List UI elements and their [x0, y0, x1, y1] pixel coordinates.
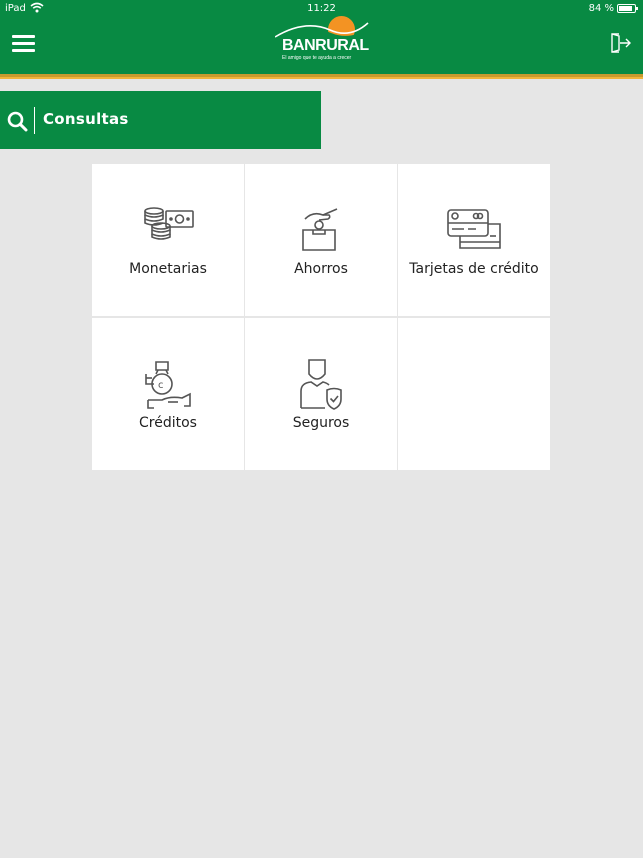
tile-tarjetas-de-credito[interactable]: Tarjetas de crédito	[398, 164, 550, 316]
logo-text: BANRURAL	[282, 37, 369, 54]
credit-cards-icon	[446, 208, 502, 254]
tile-seguros[interactable]: Seguros	[245, 318, 397, 470]
search-icon[interactable]	[7, 111, 28, 136]
tile-creditos[interactable]: c Créditos	[92, 318, 244, 470]
svg-text:c: c	[158, 380, 164, 391]
logout-icon[interactable]	[608, 32, 632, 54]
tile-label: Seguros	[292, 415, 350, 431]
hamburger-menu-icon[interactable]	[12, 35, 36, 53]
section-divider	[34, 107, 35, 134]
tile-label: Tarjetas de crédito	[409, 261, 539, 277]
savings-deposit-icon	[301, 207, 341, 255]
banrural-logo: BANRURAL El amigo que te ayuda a crecer	[275, 15, 370, 63]
money-icon	[142, 206, 194, 244]
tile-monetarias[interactable]: Monetarias	[92, 164, 244, 316]
empty-tile	[398, 318, 550, 470]
section-title: Consultas	[43, 110, 129, 128]
status-time: 11:22	[307, 3, 336, 14]
header-stripe-accent	[0, 77, 643, 79]
tile-ahorros[interactable]: Ahorros	[245, 164, 397, 316]
section-header: Consultas	[0, 91, 321, 149]
tile-label: Monetarias	[129, 261, 207, 277]
logo-tagline: El amigo que te ayuda a crecer	[282, 55, 352, 61]
loan-money-bag-icon: c	[142, 360, 194, 416]
tile-label: Créditos	[139, 415, 197, 431]
battery-icon	[617, 4, 638, 13]
tile-label: Ahorros	[294, 261, 348, 277]
battery-percent: 84 %	[588, 3, 614, 14]
options-grid: Monetarias Ahorros Tarjetas de crédito c…	[92, 164, 551, 471]
insurance-user-shield-icon	[297, 357, 345, 415]
